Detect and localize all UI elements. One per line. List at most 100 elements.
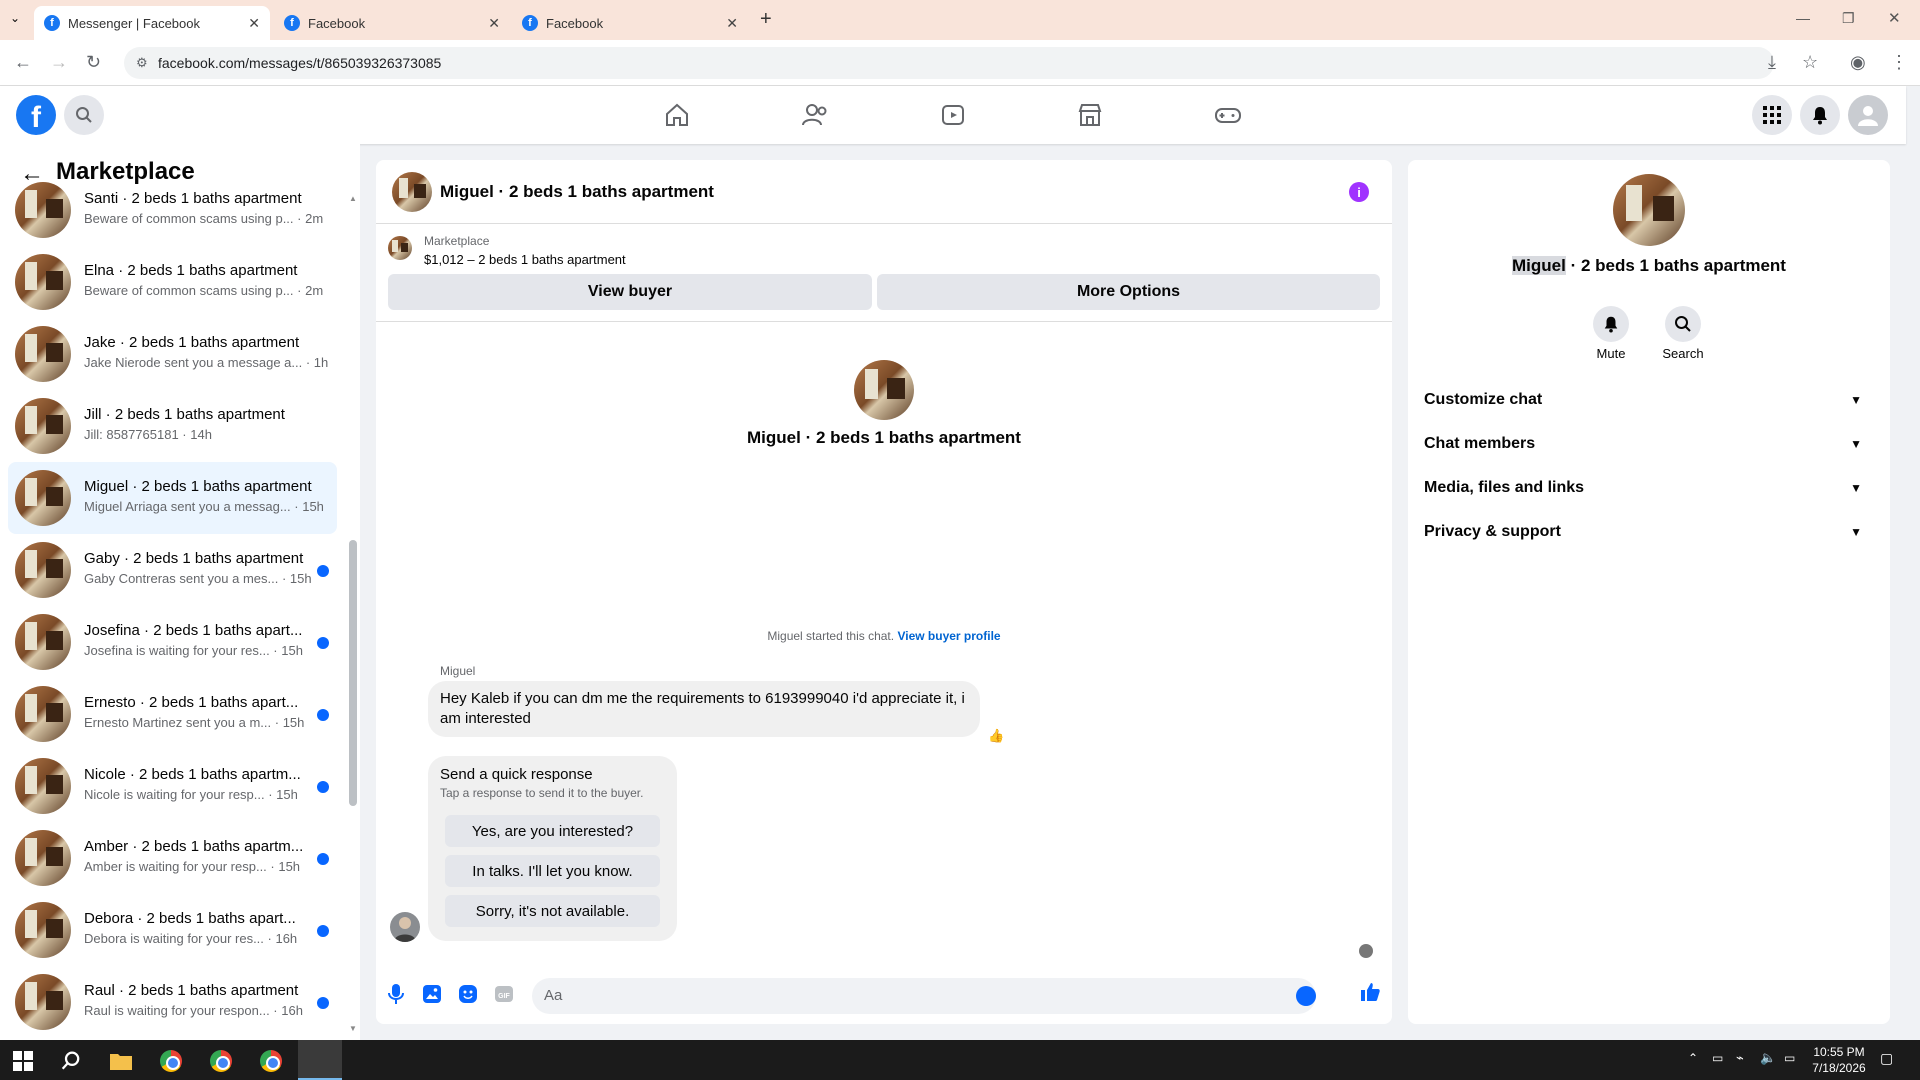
- site-info-icon[interactable]: ⚙: [136, 47, 148, 79]
- reload-icon[interactable]: ↻: [86, 52, 101, 73]
- started-text: Miguel started this chat.: [767, 629, 895, 643]
- sticker-icon[interactable]: [456, 982, 480, 1006]
- quick-response-in-talks[interactable]: In talks. I'll let you know.: [445, 855, 660, 887]
- bell-icon: [1604, 316, 1618, 333]
- customize-chat-row[interactable]: Customize chat ▼: [1424, 382, 1884, 418]
- sender-name: Miguel: [440, 664, 476, 678]
- gaming-icon: [1215, 108, 1241, 123]
- tab-search-icon[interactable]: ⌄: [10, 11, 20, 25]
- conversation-item[interactable]: Debora · 2 beds 1 baths apart... Debora i…: [8, 894, 337, 966]
- tab-facebook-2[interactable]: f Facebook ✕: [512, 6, 748, 40]
- network-icon[interactable]: ▭: [1712, 1051, 1723, 1065]
- new-tab-button[interactable]: +: [760, 8, 772, 31]
- sidebar-scrollbar[interactable]: [349, 540, 357, 806]
- facebook-favicon-icon: f: [522, 15, 538, 31]
- emoji-icon[interactable]: [1296, 986, 1316, 1006]
- back-icon[interactable]: ←: [14, 52, 32, 73]
- like-thumb-icon[interactable]: [1358, 980, 1382, 1004]
- message-bubble[interactable]: Hey Kaleb if you can dm me the requireme…: [428, 681, 980, 737]
- scroll-down-arrow[interactable]: ▼: [349, 1024, 357, 1033]
- display-icon[interactable]: ▭: [1784, 1051, 1795, 1065]
- gif-icon[interactable]: GIF: [492, 982, 516, 1006]
- restore-button[interactable]: ❐: [1842, 10, 1855, 27]
- url-text: facebook.com/messages/t/865039326373085: [158, 55, 442, 71]
- clock[interactable]: 10:55 PM 7/18/2026: [1806, 1044, 1872, 1076]
- notifications-button[interactable]: [1800, 95, 1840, 135]
- conversation-item[interactable]: Amber · 2 beds 1 baths apartm... Amber is…: [8, 822, 337, 894]
- media-files-links-row[interactable]: Media, files and links ▼: [1424, 470, 1884, 506]
- conversation-item[interactable]: Santi · 2 beds 1 baths apartment Beware o…: [8, 174, 337, 246]
- close-tab-icon[interactable]: ✕: [248, 15, 260, 32]
- profile-icon[interactable]: ◉: [1850, 52, 1866, 73]
- microphone-icon[interactable]: [384, 982, 408, 1006]
- windows-start-icon[interactable]: [10, 1048, 36, 1074]
- scroll-up-arrow[interactable]: ▲: [349, 194, 357, 203]
- conversation-item[interactable]: Josefina · 2 beds 1 baths apart... Josefi…: [8, 606, 337, 678]
- home-tab[interactable]: [662, 100, 692, 130]
- close-tab-icon[interactable]: ✕: [488, 15, 500, 32]
- chrome-icon[interactable]: [208, 1048, 234, 1074]
- conversation-name: Jill · 2 beds 1 baths apartment: [84, 406, 285, 423]
- tab-facebook-1[interactable]: f Facebook ✕: [274, 6, 510, 40]
- chat-title[interactable]: Miguel · 2 beds 1 baths apartment: [440, 182, 714, 202]
- privacy-support-row[interactable]: Privacy & support ▼: [1424, 514, 1884, 550]
- conversation-name: Jake · 2 beds 1 baths apartment: [84, 334, 300, 351]
- marketplace-tab[interactable]: [1075, 100, 1105, 130]
- facebook-logo[interactable]: f: [16, 95, 56, 135]
- chat-members-row[interactable]: Chat members ▼: [1424, 426, 1884, 462]
- active-app-indicator[interactable]: [298, 1040, 342, 1080]
- conversation-item[interactable]: Gaby · 2 beds 1 baths apartment Gaby Cont…: [8, 534, 337, 606]
- notification-center-icon[interactable]: ▢: [1880, 1050, 1893, 1067]
- message-input[interactable]: Aa: [532, 978, 1316, 1014]
- search-button[interactable]: [64, 95, 104, 135]
- conversation-item[interactable]: Elna · 2 beds 1 baths apartment Beware of…: [8, 246, 337, 318]
- chevron-down-icon: ▼: [1850, 393, 1862, 407]
- marketplace-icon: [1078, 104, 1102, 126]
- chrome-icon[interactable]: [158, 1048, 184, 1074]
- mute-button[interactable]: [1593, 306, 1629, 342]
- sender-avatar[interactable]: [390, 912, 420, 942]
- conversation-item[interactable]: Ernesto · 2 beds 1 baths apart... Ernesto…: [8, 678, 337, 750]
- more-options-button[interactable]: More Options: [877, 274, 1380, 310]
- conversation-item[interactable]: Nicole · 2 beds 1 baths apartm... Nicole …: [8, 750, 337, 822]
- forward-icon[interactable]: →: [50, 52, 68, 73]
- conversation-item[interactable]: Jill · 2 beds 1 baths apartment Jill: 858…: [8, 390, 337, 462]
- account-avatar[interactable]: [1848, 95, 1888, 135]
- chat-header: Miguel · 2 beds 1 baths apartment i: [376, 160, 1392, 224]
- file-explorer-icon[interactable]: [108, 1048, 134, 1074]
- close-window-button[interactable]: ✕: [1888, 9, 1901, 27]
- chevron-down-icon: ▼: [1850, 481, 1862, 495]
- system-tray-chevron-icon[interactable]: ⌃: [1688, 1051, 1698, 1065]
- search-in-chat-button[interactable]: [1665, 306, 1701, 342]
- tab-messenger[interactable]: f Messenger | Facebook ✕: [34, 6, 270, 40]
- taskbar-search-icon[interactable]: [58, 1048, 84, 1074]
- chat-avatar[interactable]: [392, 172, 432, 212]
- gaming-tab[interactable]: [1213, 100, 1243, 130]
- url-field[interactable]: ⚙ facebook.com/messages/t/86503932637308…: [124, 47, 1774, 79]
- quick-response-yes[interactable]: Yes, are you interested?: [445, 815, 660, 847]
- conversation-item[interactable]: Miguel · 2 beds 1 baths apartment Miguel …: [8, 462, 337, 534]
- wifi-off-icon[interactable]: ⌁: [1736, 1050, 1744, 1066]
- conversation-preview: Miguel Arriaga sent you a messag... · 15…: [84, 499, 324, 514]
- friends-tab[interactable]: [800, 100, 830, 130]
- volume-icon[interactable]: 🔈: [1760, 1050, 1776, 1066]
- chrome-icon[interactable]: [258, 1048, 284, 1074]
- view-buyer-button[interactable]: View buyer: [388, 274, 872, 310]
- browser-menu-icon[interactable]: ⋮: [1890, 52, 1908, 73]
- close-tab-icon[interactable]: ✕: [726, 15, 738, 32]
- menu-button[interactable]: [1752, 95, 1792, 135]
- minimize-button[interactable]: —: [1796, 10, 1810, 26]
- bookmark-star-icon[interactable]: ☆: [1802, 52, 1818, 73]
- conversation-item[interactable]: Raul · 2 beds 1 baths apartment Raul is w…: [8, 966, 337, 1038]
- photo-icon[interactable]: [420, 982, 444, 1006]
- watch-tab[interactable]: [938, 100, 968, 130]
- info-icon[interactable]: i: [1349, 182, 1369, 202]
- conversation-item[interactable]: Jake · 2 beds 1 baths apartment Jake Nier…: [8, 318, 337, 390]
- install-app-icon[interactable]: ⤓: [1768, 52, 1776, 73]
- view-buyer-profile-link[interactable]: View buyer profile: [897, 629, 1000, 643]
- listing-summary[interactable]: $1,012 – 2 beds 1 baths apartment: [424, 252, 626, 267]
- conversation-name: Miguel · 2 beds 1 baths apartment: [84, 478, 312, 495]
- quick-response-not-available[interactable]: Sorry, it's not available.: [445, 895, 660, 927]
- thumbs-up-reaction-icon[interactable]: 👍: [988, 728, 1004, 744]
- conversation-avatar: [15, 182, 71, 238]
